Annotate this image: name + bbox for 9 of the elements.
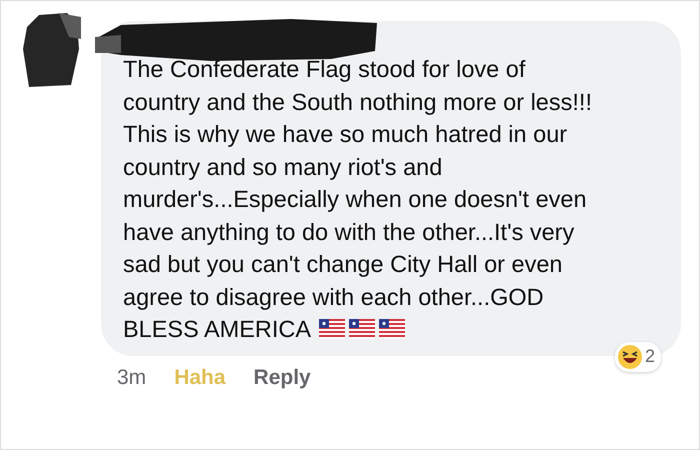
flag-icon: [349, 319, 376, 339]
flag-icon: [379, 319, 406, 339]
comment-text: The Confederate Flag stood for love of country and the South nothing more or less!!! This is why we have so much hatred in our country and so many riot's and murder's...Especially when one doesn't even have anything to do with the other...It's very sad but you can't change City Hall or even agree to disagree with each other...GOD BLESS AMERICA: [123, 55, 593, 344]
laughing-face-icon: [616, 344, 643, 370]
reaction-count-badge[interactable]: 2: [614, 342, 661, 372]
flag-icon: [319, 319, 346, 339]
reply-link[interactable]: Reply: [254, 366, 311, 390]
comment-time: 3m: [117, 366, 146, 390]
reaction-count: 2: [644, 346, 655, 367]
